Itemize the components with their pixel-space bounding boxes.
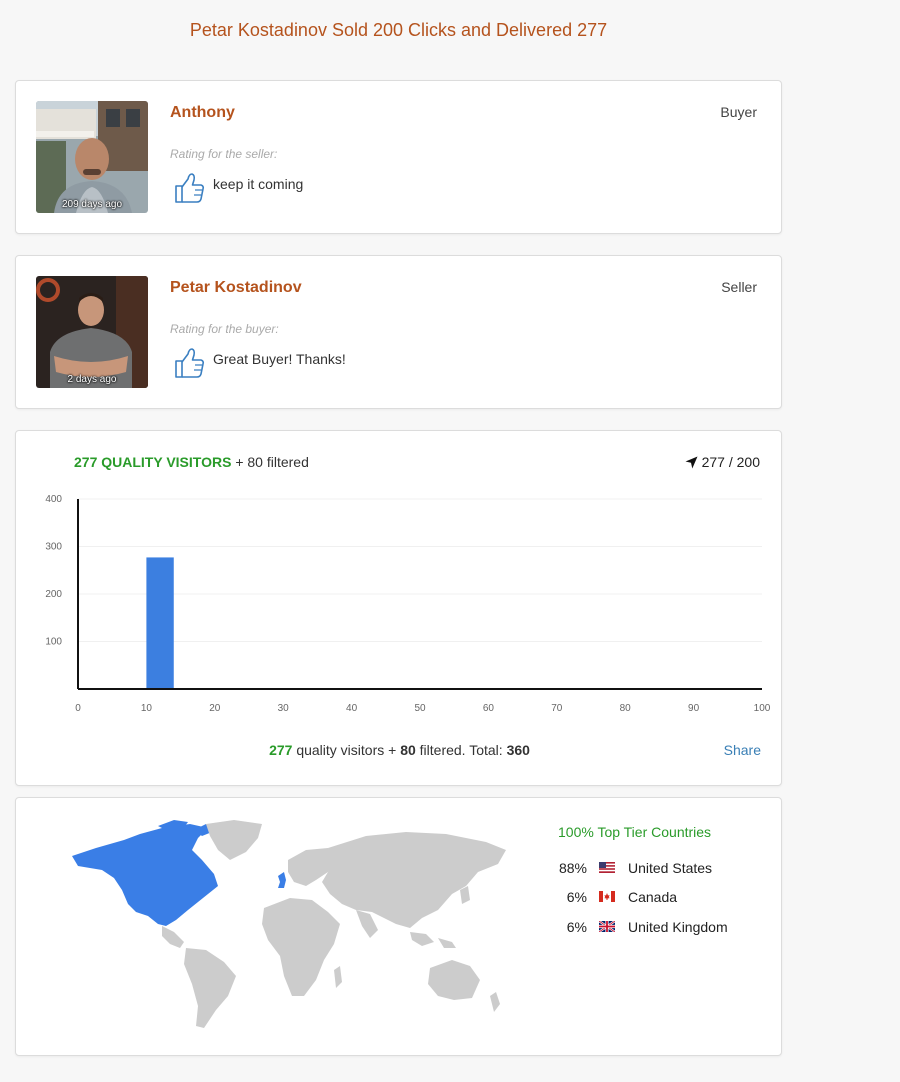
- review-time-ago: 209 days ago: [61, 199, 123, 210]
- x-tick-label: 0: [75, 703, 81, 714]
- footer-filtered-count: 80: [400, 742, 416, 758]
- x-tick-label: 90: [688, 703, 700, 714]
- footer-quality-count: 277: [269, 742, 293, 758]
- review-card-seller: 2 days ago Petar Kostadinov Seller Ratin…: [15, 255, 782, 409]
- y-tick-label: 400: [45, 494, 62, 505]
- top-tier-title: 100% Top Tier Countries: [558, 824, 712, 840]
- uk-flag-icon: [599, 921, 615, 932]
- x-tick-label: 60: [483, 703, 495, 714]
- us-flag-icon: [599, 862, 615, 873]
- reviewer-name[interactable]: Petar Kostadinov: [170, 279, 302, 297]
- footer-total: 360: [506, 742, 530, 758]
- x-tick-label: 20: [209, 703, 221, 714]
- y-tick-label: 100: [45, 637, 62, 648]
- avatar[interactable]: 2 days ago: [36, 276, 148, 388]
- reviewer-name[interactable]: Anthony: [170, 104, 235, 122]
- review-time-ago: 2 days ago: [67, 374, 117, 385]
- page-title: Petar Kostadinov Sold 200 Clicks and Del…: [189, 20, 608, 40]
- map-region-north-america[interactable]: [72, 824, 218, 926]
- review-comment: Great Buyer! Thanks!: [213, 351, 346, 367]
- x-tick-label: 50: [414, 703, 426, 714]
- reviewer-role: Seller: [721, 279, 757, 295]
- x-tick-label: 10: [141, 703, 153, 714]
- chart-bar: [146, 557, 174, 689]
- thumbs-up-icon: [175, 173, 205, 203]
- geo-card: 100% Top Tier Countries 88% United State…: [15, 797, 782, 1056]
- country-name: United States: [628, 860, 713, 876]
- y-tick-label: 200: [45, 589, 62, 600]
- visitors-bar-chart: 100 200 300 400 0 10 20 30 40 50 60 70 80 90 100: [45, 494, 771, 714]
- review-comment: keep it coming: [213, 176, 304, 192]
- rating-label: Rating for the seller:: [170, 147, 278, 161]
- footer-filtered-text: filtered. Total:: [419, 742, 503, 758]
- x-tick-label: 70: [551, 703, 563, 714]
- x-tick-label: 30: [278, 703, 290, 714]
- map-region-uk[interactable]: [278, 872, 286, 888]
- canada-flag-icon: [599, 891, 615, 902]
- share-link[interactable]: Share: [724, 742, 761, 758]
- footer-quality-text: quality visitors +: [296, 742, 401, 758]
- x-tick-label: 100: [754, 703, 771, 714]
- country-pct: 6%: [566, 889, 587, 905]
- rating-label: Rating for the buyer:: [170, 322, 279, 336]
- reviewer-role: Buyer: [720, 104, 757, 120]
- chart-footer: 277 quality visitors + 80 filtered. Tota…: [16, 742, 783, 758]
- country-name: United Kingdom: [628, 919, 728, 935]
- country-name: Canada: [628, 889, 678, 905]
- visitors-chart-card: 277 QUALITY VISITORS + 80 filtered 277 /…: [15, 430, 782, 786]
- x-tick-label: 40: [346, 703, 358, 714]
- avatar[interactable]: 209 days ago: [36, 101, 148, 213]
- review-card-buyer: 209 days ago Anthony Buyer Rating for th…: [15, 80, 782, 234]
- thumbs-up-icon: [175, 348, 205, 378]
- world-map: [72, 820, 506, 1028]
- country-pct: 88%: [558, 860, 587, 876]
- country-pct: 6%: [566, 919, 587, 935]
- y-tick-label: 300: [45, 542, 62, 553]
- x-tick-label: 80: [620, 703, 632, 714]
